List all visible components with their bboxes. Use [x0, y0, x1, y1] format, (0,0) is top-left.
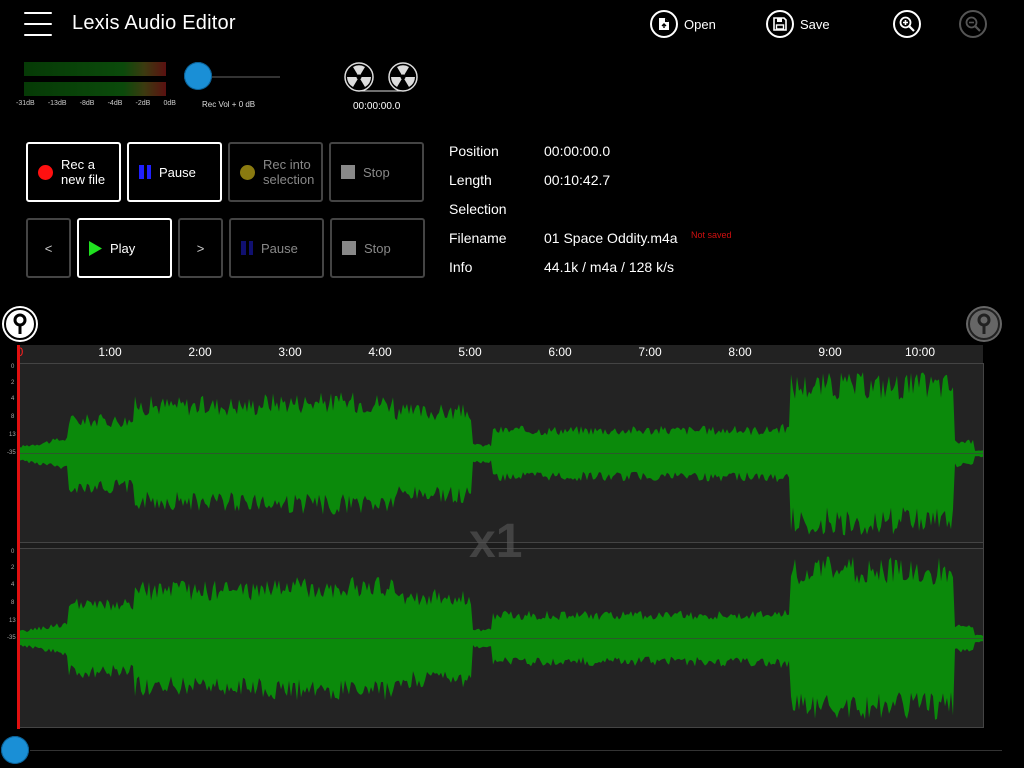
rec-volume-slider[interactable] — [184, 62, 212, 90]
rec-stop-button[interactable]: Stop — [329, 142, 424, 202]
save-button[interactable]: Save — [766, 10, 830, 38]
pause-icon-dim — [241, 241, 253, 255]
floppy-disk-icon — [766, 10, 794, 38]
length-label: Length — [449, 172, 492, 188]
position-value: 00:00:00.0 — [544, 143, 611, 159]
location-pin-icon — [968, 308, 1000, 340]
length-value: 00:10:42.7 — [544, 172, 611, 188]
start-marker-button[interactable] — [2, 306, 38, 342]
pause-icon — [139, 165, 151, 179]
time-label-9: 9:00 — [818, 345, 842, 359]
scroll-slider[interactable] — [1, 736, 29, 764]
time-label-1: 1:00 — [98, 345, 122, 359]
time-label-6: 6:00 — [548, 345, 572, 359]
rec-volume-track[interactable] — [200, 76, 280, 78]
open-file-icon — [650, 10, 678, 38]
hamburger-icon — [24, 12, 52, 14]
zoom-out-icon — [965, 16, 981, 32]
level-meter-left — [24, 62, 166, 76]
play-pause-button[interactable]: Pause — [229, 218, 324, 278]
time-label-10: 10:00 — [904, 345, 936, 359]
tape-reels-icon — [344, 62, 418, 92]
rec-pause-button[interactable]: Pause — [127, 142, 222, 202]
time-label-4: 4:00 — [368, 345, 392, 359]
rec-into-selection-button[interactable]: Rec into selection — [228, 142, 323, 202]
play-icon — [89, 240, 102, 256]
previous-button[interactable]: < — [26, 218, 71, 278]
record-selection-icon — [240, 164, 255, 180]
meter-scale: -31dB -13dB -8dB -4dB -2dB 0dB — [16, 100, 176, 107]
info-value: 44.1k / m4a / 128 k/s — [544, 259, 674, 275]
level-meter-right — [24, 82, 166, 96]
open-label: Open — [684, 16, 716, 32]
rec-new-file-button[interactable]: Rec a new file — [26, 142, 121, 202]
filename-value: 01 Space Oddity.m4a — [544, 230, 678, 246]
zoom-in-icon — [899, 16, 915, 32]
location-pin-icon — [4, 308, 36, 340]
not-saved-badge: Not saved — [691, 230, 732, 240]
time-label-3: 3:00 — [278, 345, 302, 359]
filename-label: Filename — [449, 230, 507, 246]
end-marker-button[interactable] — [966, 306, 1002, 342]
time-label-5: 5:00 — [458, 345, 482, 359]
position-label: Position — [449, 143, 499, 159]
info-label: Info — [449, 259, 473, 275]
playhead[interactable] — [17, 345, 20, 729]
record-icon — [38, 164, 53, 180]
zoom-out-button[interactable] — [959, 10, 987, 38]
time-label-2: 2:00 — [188, 345, 212, 359]
zoom-level: x1 — [469, 515, 523, 568]
play-button[interactable]: Play — [77, 218, 172, 278]
rec-volume-label: Rec Vol + 0 dB — [202, 100, 256, 109]
zoom-in-button[interactable] — [893, 10, 921, 38]
stop-icon — [342, 241, 356, 255]
waveform-view[interactable]: x1 0 2 4 8 13 -35 0 2 4 8 13 -35 — [7, 363, 984, 728]
next-button[interactable]: > — [178, 218, 223, 278]
selection-label: Selection — [449, 201, 507, 217]
app-title: Lexis Audio Editor — [72, 12, 236, 34]
save-label: Save — [800, 16, 830, 32]
time-label-8: 8:00 — [728, 345, 752, 359]
scroll-track[interactable] — [30, 750, 1002, 751]
time-ruler[interactable]: 0 1:00 2:00 3:00 4:00 5:00 6:00 7:00 8:0… — [17, 345, 983, 369]
time-label-7: 7:00 — [638, 345, 662, 359]
tape-time-readout: 00:00:00.0 — [353, 101, 401, 112]
play-stop-button[interactable]: Stop — [330, 218, 425, 278]
open-button[interactable]: Open — [650, 10, 716, 38]
stop-icon — [341, 165, 355, 179]
menu-button[interactable] — [24, 12, 52, 38]
